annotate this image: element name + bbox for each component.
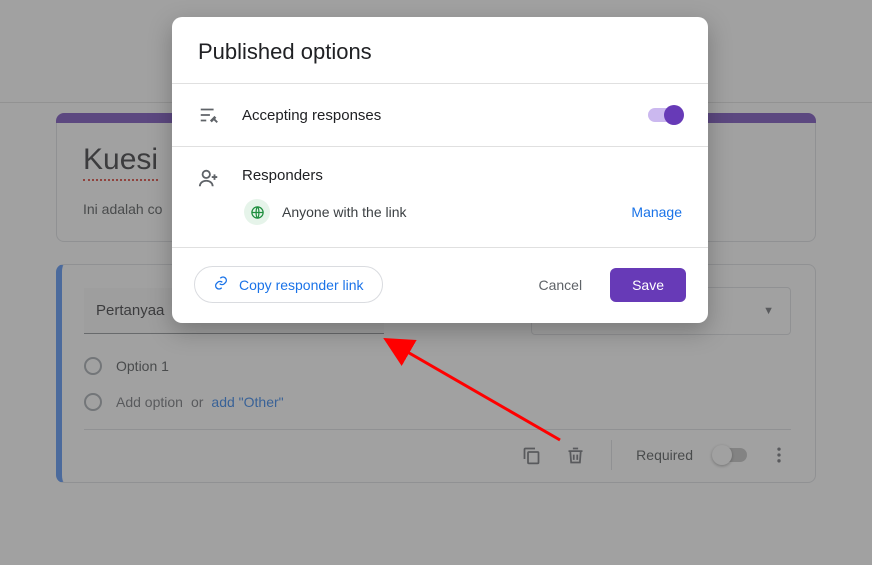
duplicate-icon[interactable] xyxy=(519,443,543,467)
footer-divider xyxy=(611,440,612,470)
responders-row: Responders xyxy=(172,147,708,199)
dialog-title: Published options xyxy=(172,17,708,83)
responses-icon xyxy=(198,104,220,126)
required-toggle[interactable] xyxy=(713,448,747,462)
option-1-label: Option 1 xyxy=(116,358,169,374)
published-options-dialog: Published options Accepting responses Re… xyxy=(172,17,708,323)
accepting-responses-toggle[interactable] xyxy=(648,108,682,122)
link-icon xyxy=(213,275,229,294)
responders-value: Anyone with the link xyxy=(282,204,407,220)
manage-link[interactable]: Manage xyxy=(631,204,682,220)
or-label: or xyxy=(191,394,203,410)
person-add-icon xyxy=(198,167,220,189)
required-label: Required xyxy=(636,447,693,463)
copy-responder-link-button[interactable]: Copy responder link xyxy=(194,266,383,303)
responders-label: Responders xyxy=(242,167,323,184)
radio-icon xyxy=(84,393,102,411)
cancel-button[interactable]: Cancel xyxy=(524,269,596,301)
form-title[interactable]: Kuesi xyxy=(83,143,158,181)
dialog-footer: Copy responder link Cancel Save xyxy=(172,248,708,323)
option-row-1[interactable]: Option 1 xyxy=(84,357,791,375)
chevron-down-icon: ▼ xyxy=(763,305,774,317)
question-divider xyxy=(84,429,791,430)
trash-icon[interactable] xyxy=(563,443,587,467)
option-add-row: Add option or add "Other" xyxy=(84,393,791,411)
globe-icon xyxy=(244,199,270,225)
add-option-button[interactable]: Add option xyxy=(116,394,183,410)
accepting-responses-row: Accepting responses xyxy=(172,84,708,146)
save-button[interactable]: Save xyxy=(610,268,686,302)
more-icon[interactable] xyxy=(767,443,791,467)
responders-value-row: Anyone with the link Manage xyxy=(172,199,708,247)
radio-icon xyxy=(84,357,102,375)
add-other-button[interactable]: add "Other" xyxy=(211,394,283,410)
copy-link-label: Copy responder link xyxy=(239,277,364,293)
accepting-responses-label: Accepting responses xyxy=(242,107,626,124)
